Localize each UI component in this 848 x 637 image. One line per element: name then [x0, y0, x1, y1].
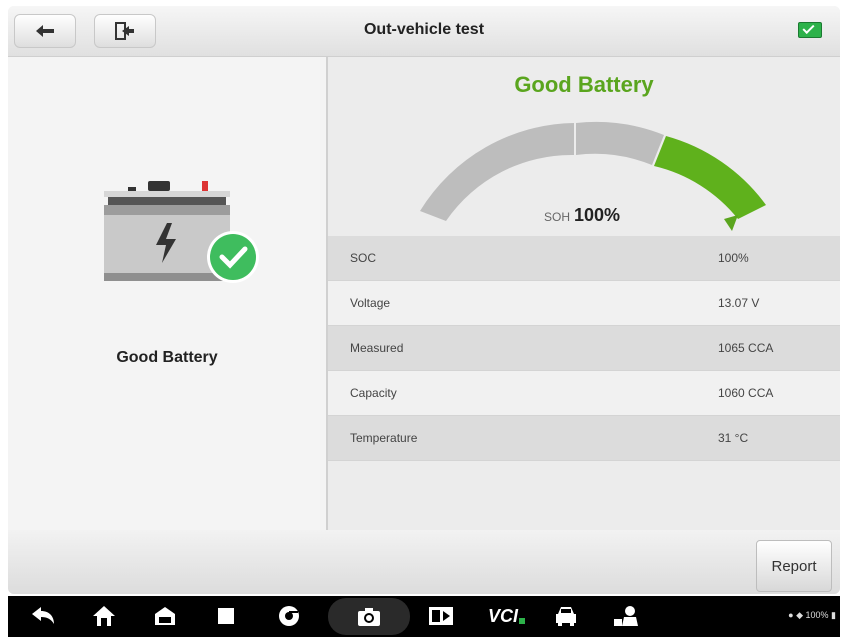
battery-level: 100% — [805, 610, 829, 620]
mechanic-icon[interactable] — [612, 604, 640, 628]
gauge-segment-mid — [576, 121, 664, 165]
garage-icon[interactable] — [154, 604, 176, 628]
row-label: Measured — [350, 341, 404, 355]
table-row: Measured 1065 CCA — [328, 326, 840, 371]
left-panel: Good Battery — [8, 57, 328, 530]
report-button[interactable]: Report — [756, 540, 832, 592]
row-label: Voltage — [350, 296, 391, 310]
gauge-segment-high — [654, 136, 766, 219]
table-row: Voltage 13.07 V — [328, 281, 840, 326]
signal-icon: ● ◆ — [788, 610, 806, 620]
system-taskbar: VCI ● ◆ 100% ▮ — [8, 596, 840, 637]
bottom-bar: Report — [8, 530, 840, 594]
row-value: 100% — [718, 251, 749, 265]
row-value: 13.07 V — [718, 296, 760, 310]
row-label: SOC — [350, 251, 377, 265]
top-bar: Out-vehicle test — [8, 6, 840, 57]
table-row: Temperature 31 °C — [328, 416, 840, 461]
gauge-pointer — [724, 215, 738, 231]
screen-record-icon[interactable] — [428, 604, 454, 628]
chrome-icon[interactable] — [278, 604, 300, 628]
vci-icon[interactable]: VCI — [488, 604, 526, 628]
back-icon[interactable] — [30, 604, 56, 628]
system-status: ● ◆ 100% ▮ — [788, 610, 836, 621]
device-battery-icon: ▮ — [828, 610, 836, 620]
home-icon[interactable] — [92, 604, 116, 628]
soh-label: SOH — [544, 210, 571, 224]
results-panel: Good Battery SOH 100% SOC 100% Voltage 13.0… — [328, 57, 840, 530]
page-title: Out-vehicle test — [363, 21, 485, 38]
battery-good-icon — [104, 181, 259, 283]
battery-status-icon — [798, 22, 822, 38]
soh-readout: SOH 100% — [544, 205, 620, 226]
table-row: Capacity 1060 CCA — [328, 371, 840, 416]
vci-label: VCI — [488, 605, 519, 626]
row-value: 31 °C — [718, 431, 749, 445]
soh-value: 100% — [574, 205, 621, 225]
vci-connected-icon — [519, 618, 526, 624]
recent-apps-icon[interactable] — [216, 604, 236, 628]
row-label: Capacity — [350, 386, 397, 400]
row-label: Temperature — [350, 431, 418, 445]
table-row: SOC 100% — [328, 236, 840, 281]
results-table: SOC 100% Voltage 13.07 V Measured 1065 CCA … — [328, 236, 840, 461]
camera-icon[interactable] — [328, 598, 410, 635]
row-value: 1060 CCA — [718, 386, 774, 400]
vehicle-icon[interactable] — [554, 604, 578, 628]
app-window: Out-vehicle test Good Battery Good Batte… — [8, 6, 840, 594]
battery-status-label: Good Battery — [116, 349, 218, 366]
row-value: 1065 CCA — [718, 341, 774, 355]
